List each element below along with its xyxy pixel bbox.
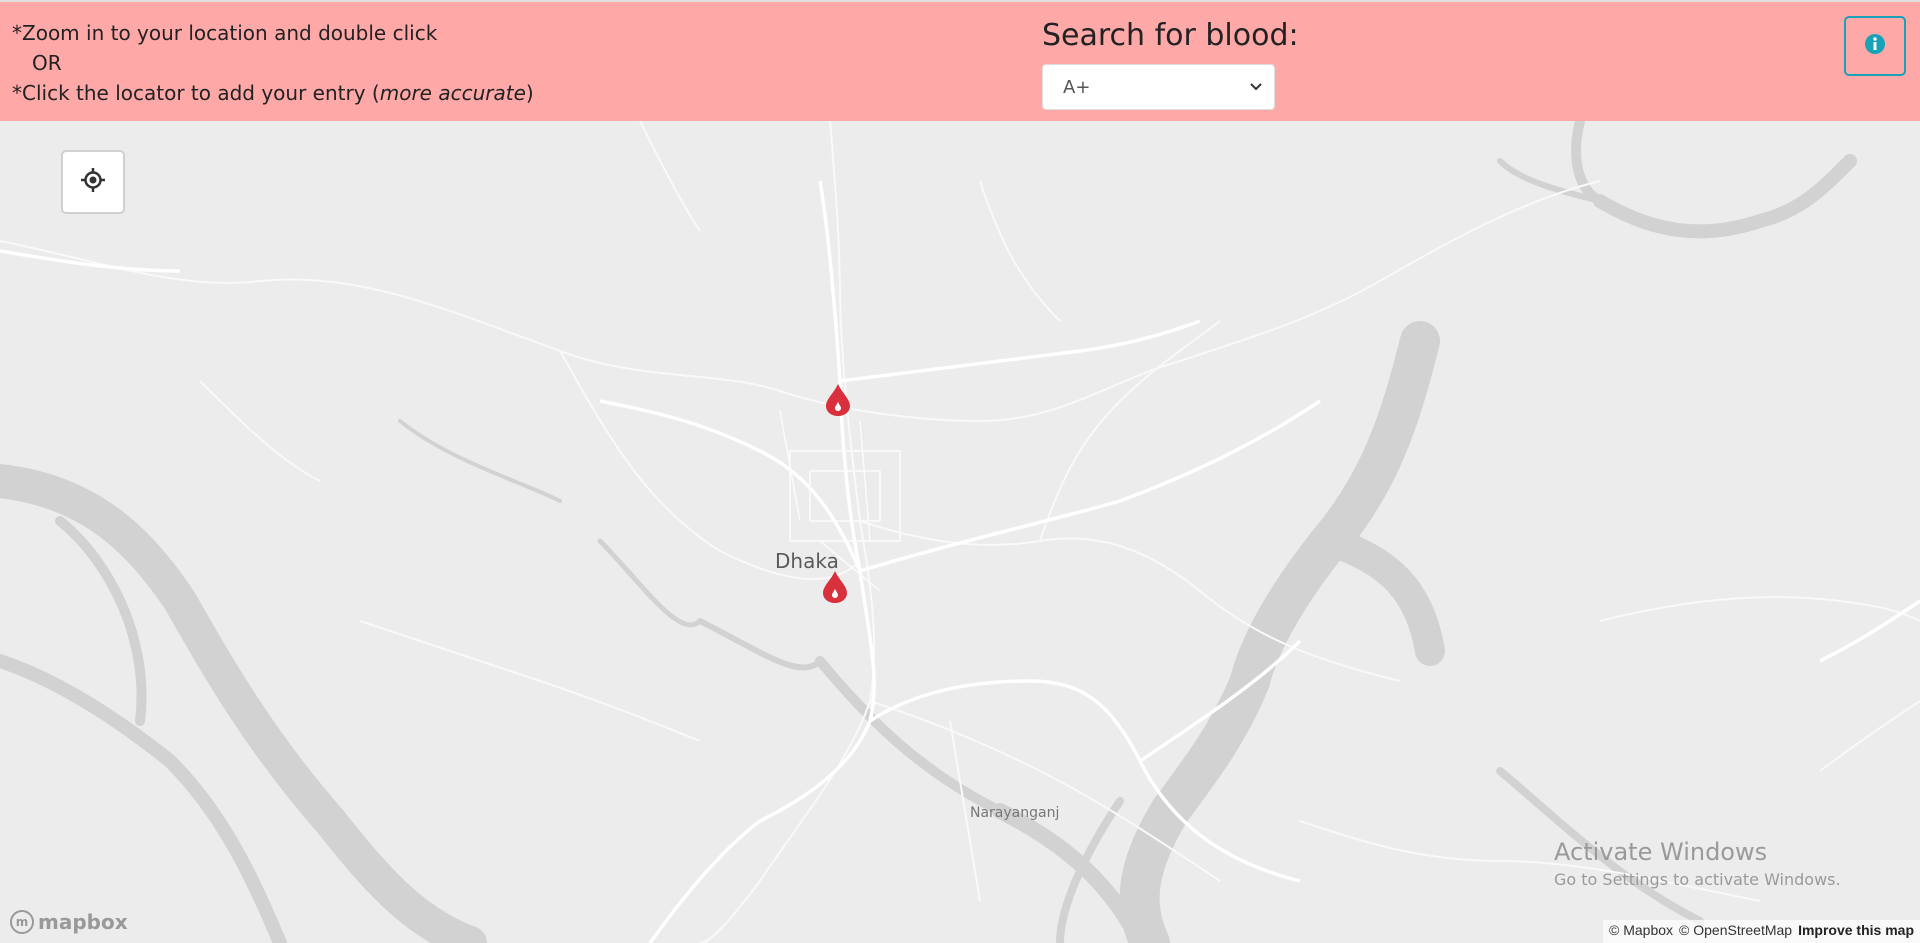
crosshair-icon <box>80 167 106 198</box>
map-label-narayanganj: Narayanganj <box>970 805 1060 821</box>
locate-button[interactable] <box>61 150 125 214</box>
search-title: Search for blood: <box>1042 18 1299 53</box>
blood-drop-icon[interactable] <box>821 570 849 604</box>
instruction-line-3: *Click the locator to add your entry (mo… <box>12 78 534 108</box>
map-background <box>0 121 1920 943</box>
attribution-osm-link[interactable]: © OpenStreetMap <box>1679 922 1792 941</box>
watermark-title: Activate Windows <box>1554 838 1768 866</box>
blood-type-select[interactable]: A+ <box>1042 64 1275 110</box>
instruction-line-3-suffix: ) <box>525 81 534 105</box>
attribution-mapbox-link[interactable]: © Mapbox <box>1609 922 1673 941</box>
chevron-down-icon <box>1250 79 1262 95</box>
windows-activation-watermark: Activate Windows Go to Settings to activ… <box>1554 838 1841 889</box>
instruction-line-3-emphasis: more accurate <box>379 81 526 105</box>
mapbox-icon: m <box>10 910 34 934</box>
instruction-line-1: *Zoom in to your location and double cli… <box>12 21 438 45</box>
blood-drop-icon[interactable] <box>824 383 852 417</box>
info-circle-icon <box>1864 33 1886 60</box>
instruction-or: OR <box>32 51 62 75</box>
improve-map-link[interactable]: Improve this map <box>1798 922 1914 941</box>
instructions: *Zoom in to your location and double cli… <box>12 18 534 108</box>
watermark-subtitle: Go to Settings to activate Windows. <box>1554 870 1841 889</box>
mapbox-logo[interactable]: m mapbox <box>10 910 128 934</box>
instruction-line-3-text: *Click the locator to add your entry ( <box>12 81 380 105</box>
map-canvas[interactable]: Dhaka Narayanganj <box>0 121 1920 943</box>
top-bar: *Zoom in to your location and double cli… <box>0 0 1920 121</box>
map-attribution: © Mapbox © OpenStreetMap Improve this ma… <box>1603 920 1920 943</box>
info-button[interactable] <box>1844 16 1906 76</box>
mapbox-logo-text: mapbox <box>38 910 128 934</box>
blood-type-selected-value: A+ <box>1063 76 1091 98</box>
